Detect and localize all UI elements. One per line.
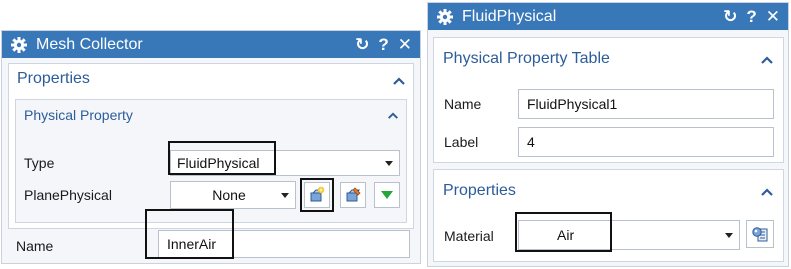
label-label: Label — [444, 134, 479, 150]
chevron-down-icon — [385, 160, 393, 166]
properties-group: Properties Material Air — [433, 169, 784, 262]
material-value: Air — [557, 227, 575, 243]
physical-property-table-header: Physical Property Table — [443, 50, 610, 67]
green-arrow-down-icon — [381, 191, 393, 199]
chevron-down-icon — [281, 192, 289, 198]
edit-physical-icon — [346, 187, 361, 202]
name-field[interactable] — [518, 89, 774, 119]
create-physical-button[interactable] — [304, 182, 330, 208]
gear-icon — [436, 8, 454, 26]
close-button[interactable]: ✕ — [766, 8, 780, 25]
properties-group: Properties Physical Property Type FluidP… — [8, 63, 414, 229]
plane-physical-label: PlanePhysical — [24, 187, 112, 203]
mesh-collector-dialog: Mesh Collector ↻ ? ✕ Properties Physical… — [1, 30, 421, 264]
mesh-collector-titlebar[interactable]: Mesh Collector ↻ ? ✕ — [2, 31, 420, 58]
help-button[interactable]: ? — [746, 8, 756, 25]
physical-property-group: Physical Property Type FluidPhysical Pla… — [15, 99, 407, 223]
plane-physical-value: None — [212, 187, 246, 203]
edit-physical-button[interactable] — [340, 182, 366, 208]
create-physical-icon — [310, 186, 325, 202]
properties-header: Properties — [443, 182, 516, 199]
material-dropdown[interactable]: Air — [518, 220, 740, 250]
dialog-title: Mesh Collector — [36, 35, 143, 53]
dialog-title: FluidPhysical — [462, 7, 557, 25]
physical-property-table-group: Physical Property Table Name Label — [433, 37, 784, 163]
gear-icon — [10, 36, 28, 54]
label-field[interactable] — [518, 127, 774, 157]
name-label: Name — [444, 96, 482, 112]
fluid-physical-titlebar[interactable]: FluidPhysical ↻ ? ✕ — [428, 3, 788, 30]
reset-button[interactable]: ↻ — [723, 8, 737, 25]
help-button[interactable]: ? — [378, 36, 388, 53]
chevron-down-icon — [725, 232, 733, 238]
material-browser-button[interactable] — [746, 220, 774, 248]
fluid-physical-dialog: FluidPhysical ↻ ? ✕ Physical Property Ta… — [427, 2, 789, 267]
properties-header: Properties — [17, 70, 90, 87]
reset-button[interactable]: ↻ — [355, 36, 369, 53]
type-value: FluidPhysical — [177, 155, 260, 171]
name-field[interactable] — [158, 230, 410, 258]
collapse-caret-icon[interactable] — [387, 111, 399, 120]
material-label: Material — [444, 228, 494, 244]
name-label: Name — [16, 238, 54, 254]
collapse-caret-icon[interactable] — [760, 55, 774, 65]
collapse-caret-icon[interactable] — [392, 76, 406, 86]
material-browser-icon — [752, 227, 768, 242]
type-label: Type — [24, 155, 55, 171]
collapse-caret-icon[interactable] — [760, 187, 774, 197]
physical-property-header: Physical Property — [24, 107, 133, 123]
plane-physical-dropdown[interactable]: None — [170, 181, 296, 209]
type-dropdown[interactable]: FluidPhysical — [170, 150, 400, 176]
expand-button[interactable] — [374, 182, 400, 208]
close-button[interactable]: ✕ — [398, 36, 412, 53]
